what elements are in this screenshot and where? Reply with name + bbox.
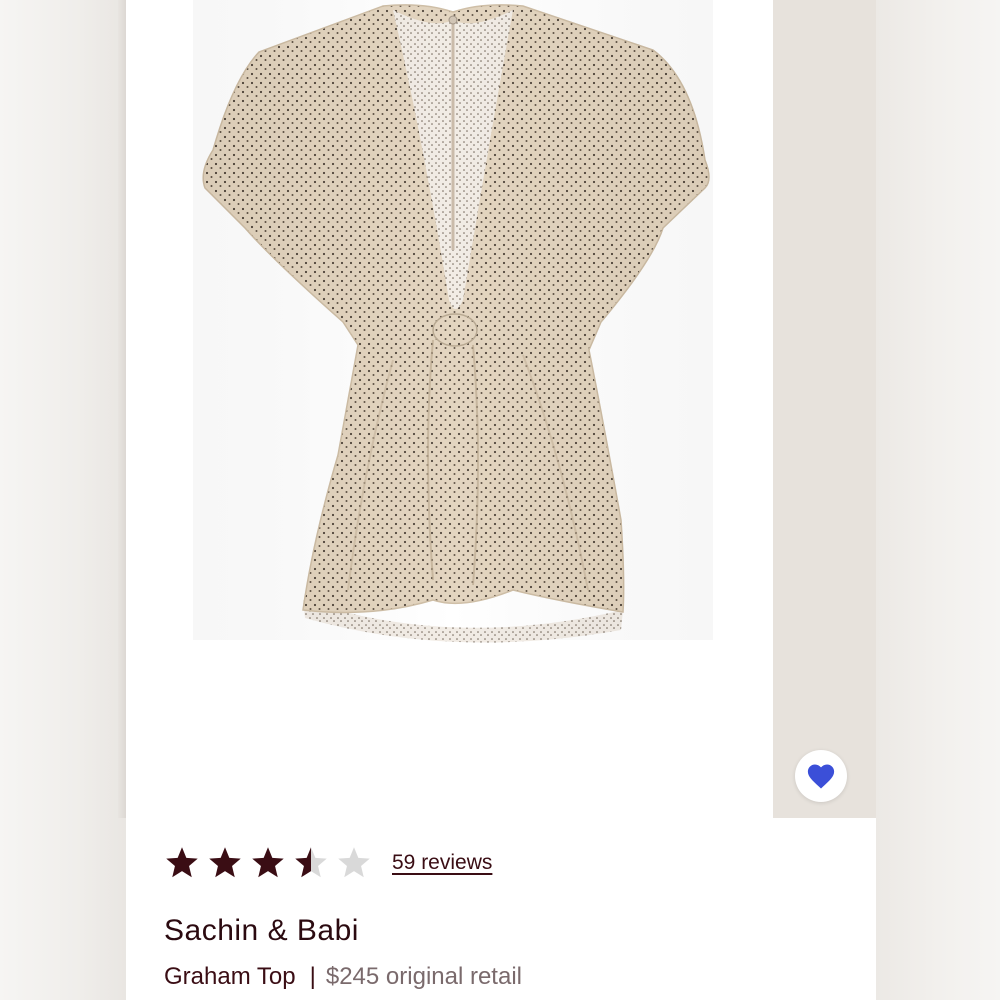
star-empty-icon [338,847,370,878]
rating-row: 59 reviews [164,838,844,888]
favorite-button[interactable] [795,750,847,802]
separator: | [309,963,316,990]
product-info: 59 reviews Sachin & Babi Graham Top | $245… [164,838,844,990]
product-image [193,0,713,643]
star-filled-icon [209,847,241,878]
star-rating [164,845,372,881]
star-half-icon [295,847,327,878]
brand-name[interactable]: Sachin & Babi [164,914,359,948]
left-backdrop [0,0,126,1000]
product-name: Graham Top [164,963,296,990]
product-line: Graham Top | $245 original retail [164,963,522,991]
product-card: 59 reviews Sachin & Babi Graham Top | $245… [126,0,876,1000]
right-backdrop [876,0,1000,1000]
product-image-carousel[interactable] [133,0,773,818]
heart-icon [807,764,835,789]
price-text: $245 original retail [325,963,522,990]
star-filled-icon [252,847,284,878]
reviews-link[interactable]: 59 reviews [392,851,492,875]
star-filled-icon [166,847,198,878]
next-image-thumbnail[interactable] [773,0,876,818]
